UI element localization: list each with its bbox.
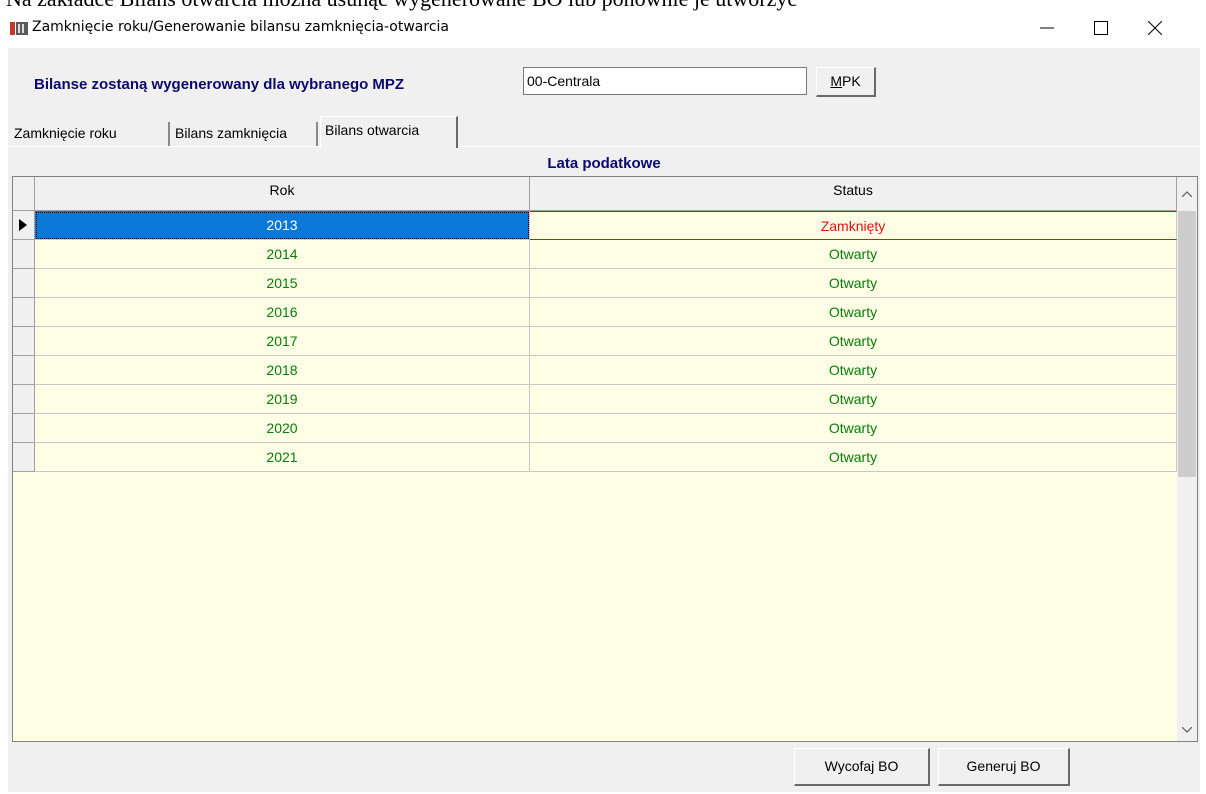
cell-rok[interactable]: 2015 [35, 269, 530, 298]
close-icon [1148, 21, 1162, 35]
table-row[interactable]: 2014 Otwarty [13, 240, 1177, 269]
cell-status[interactable]: Otwarty [530, 327, 1177, 356]
row-indicator [13, 269, 35, 298]
vertical-scrollbar[interactable] [1177, 177, 1197, 741]
maximize-icon [1094, 21, 1108, 35]
cell-rok[interactable]: 2021 [35, 443, 530, 472]
tab-panel-border [8, 146, 1200, 147]
cell-status[interactable]: Otwarty [530, 240, 1177, 269]
row-indicator [13, 240, 35, 269]
scroll-down-button[interactable] [1177, 721, 1197, 741]
mpz-label: Bilanse zostaną wygenerowany dla wybrane… [34, 76, 405, 93]
column-header-status[interactable]: Status [530, 177, 1177, 211]
cell-status[interactable]: Otwarty [530, 443, 1177, 472]
cell-status[interactable]: Zamknięty [530, 211, 1177, 240]
cell-rok[interactable]: 2017 [35, 327, 530, 356]
scroll-thumb[interactable] [1178, 211, 1196, 477]
table-row[interactable]: 2015 Otwarty [13, 269, 1177, 298]
grid-header: Rok Status [13, 177, 1177, 211]
cell-rok[interactable]: 2014 [35, 240, 530, 269]
window-client-area: Bilanse zostaną wygenerowany dla wybrane… [8, 48, 1200, 792]
tab-bilans-otwarcia[interactable]: Bilans otwarcia [320, 116, 458, 148]
table-row[interactable]: 2020 Otwarty [13, 414, 1177, 443]
table-row[interactable]: 2017 Otwarty [13, 327, 1177, 356]
minimize-button[interactable] [1024, 12, 1070, 42]
row-indicator [13, 298, 35, 327]
cell-rok[interactable]: 2020 [35, 414, 530, 443]
current-row-arrow-icon [19, 219, 27, 231]
title-bar[interactable]: Zamknięcie roku/Generowanie bilansu zamk… [0, 12, 1206, 42]
row-indicator [13, 211, 35, 240]
app-icon [10, 20, 28, 36]
mpk-button-accel: M [830, 73, 842, 89]
mpk-button-label: PK [841, 73, 861, 89]
maximize-button[interactable] [1078, 12, 1124, 42]
cell-rok[interactable]: 2013 [35, 211, 530, 240]
header-indicator-cell [13, 177, 35, 211]
chevron-up-icon [1182, 191, 1192, 197]
column-header-rok[interactable]: Rok [35, 177, 530, 211]
mpk-button[interactable]: MPK [816, 67, 876, 97]
cell-rok[interactable]: 2018 [35, 356, 530, 385]
cell-rok[interactable]: 2016 [35, 298, 530, 327]
cell-status[interactable]: Otwarty [530, 414, 1177, 443]
tab-strip: Zamknięcie roku Bilans zamknięcia Bilans… [8, 116, 1200, 148]
wycofaj-bo-button[interactable]: Wycofaj BO [794, 748, 930, 786]
row-indicator [13, 385, 35, 414]
row-indicator [13, 414, 35, 443]
row-indicator [13, 327, 35, 356]
table-row[interactable]: 2016 Otwarty [13, 298, 1177, 327]
tab-zamkniecie-roku[interactable]: Zamknięcie roku [10, 122, 170, 146]
tab-bilans-zamkniecia[interactable]: Bilans zamknięcia [171, 122, 318, 146]
cell-rok[interactable]: 2019 [35, 385, 530, 414]
years-grid[interactable]: Rok Status 2013 Zamknięty 2014 Otwarty 2… [12, 176, 1198, 742]
generuj-bo-button[interactable]: Generuj BO [938, 748, 1070, 786]
cell-status[interactable]: Otwarty [530, 385, 1177, 414]
cell-status[interactable]: Otwarty [530, 298, 1177, 327]
close-button[interactable] [1132, 12, 1178, 42]
minimize-icon [1040, 27, 1054, 29]
window-title: Zamknięcie roku/Generowanie bilansu zamk… [32, 19, 449, 35]
document-background-text: Na zakładce Bilans otwarcia można usunąć… [0, 0, 1206, 12]
cell-status[interactable]: Otwarty [530, 356, 1177, 385]
grid-title: Lata podatkowe [547, 155, 661, 172]
table-row[interactable]: 2019 Otwarty [13, 385, 1177, 414]
mpz-input[interactable] [523, 67, 807, 95]
scroll-up-button[interactable] [1177, 177, 1197, 209]
row-indicator [13, 356, 35, 385]
table-row[interactable]: 2018 Otwarty [13, 356, 1177, 385]
cell-status[interactable]: Otwarty [530, 269, 1177, 298]
row-indicator [13, 443, 35, 472]
mpz-row: Bilanse zostaną wygenerowany dla wybrane… [8, 48, 1200, 112]
table-row[interactable]: 2013 Zamknięty [13, 211, 1177, 240]
table-row[interactable]: 2021 Otwarty [13, 443, 1177, 472]
chevron-down-icon [1182, 727, 1192, 733]
